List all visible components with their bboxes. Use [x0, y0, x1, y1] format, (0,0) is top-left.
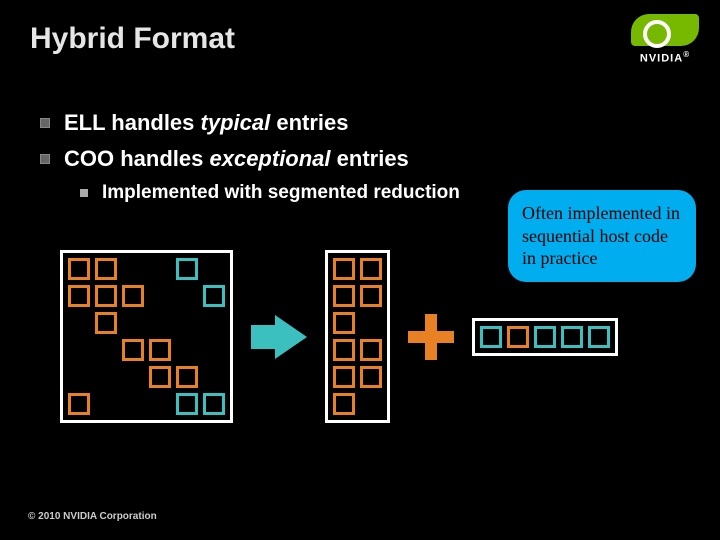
cell-empty [149, 258, 171, 280]
cell-orange [360, 339, 382, 361]
arrow-right-icon [275, 315, 307, 359]
matrix-row [68, 339, 225, 361]
bullet-sub-text: Implemented with segmented reduction [102, 182, 460, 204]
matrix-row [333, 339, 382, 361]
matrix-row [68, 366, 225, 388]
cell-empty [95, 366, 117, 388]
slide-title: Hybrid Format [30, 22, 235, 56]
cell-orange [333, 258, 355, 280]
cell-orange [333, 339, 355, 361]
nvidia-logo-text: NVIDIA® [628, 50, 702, 65]
bullet-ell: ELL handles typical entries [40, 110, 700, 136]
cell-teal [534, 326, 556, 348]
matrix-row [333, 393, 382, 415]
cell-orange [95, 258, 117, 280]
cell-teal [203, 285, 225, 307]
cell-orange [360, 258, 382, 280]
cell-orange [68, 258, 90, 280]
cell-empty [122, 312, 144, 334]
cell-empty [122, 366, 144, 388]
arrow-container [251, 315, 307, 359]
cell-orange [360, 366, 382, 388]
cell-teal [588, 326, 610, 348]
bullet-coo-suffix: entries [331, 146, 409, 171]
ell-matrix [325, 250, 390, 423]
cell-empty [360, 312, 382, 334]
logo-reg: ® [683, 50, 690, 59]
matrix-row [68, 258, 225, 280]
matrix-row [333, 312, 382, 334]
cell-empty [149, 285, 171, 307]
bullet-coo-em: exceptional [209, 146, 330, 171]
cell-orange [68, 393, 90, 415]
cell-empty [68, 366, 90, 388]
bullet-coo-prefix: COO handles [64, 146, 209, 171]
cell-orange [95, 312, 117, 334]
cell-orange [122, 285, 144, 307]
bullet-coo-text: COO handles exceptional entries [64, 146, 409, 172]
plus-icon [408, 314, 454, 360]
cell-orange [360, 285, 382, 307]
copyright-text: © 2010 NVIDIA Corporation [28, 511, 157, 522]
cell-empty [176, 312, 198, 334]
hybrid-format-diagram [60, 250, 618, 423]
matrix-row [333, 285, 382, 307]
matrix-row [333, 258, 382, 280]
nvidia-eye-icon [631, 14, 699, 46]
nvidia-logo: NVIDIA® [628, 14, 702, 65]
bullet-ell-em: typical [201, 110, 271, 135]
cell-empty [176, 285, 198, 307]
matrix-row [68, 285, 225, 307]
cell-orange [333, 366, 355, 388]
bullet-icon [40, 118, 50, 128]
bullet-ell-text: ELL handles typical entries [64, 110, 348, 136]
cell-empty [68, 312, 90, 334]
cell-empty [203, 258, 225, 280]
bullet-ell-prefix: ELL handles [64, 110, 201, 135]
cell-empty [95, 393, 117, 415]
cell-empty [360, 393, 382, 415]
cell-teal [561, 326, 583, 348]
cell-orange [176, 366, 198, 388]
cell-teal [176, 258, 198, 280]
cell-teal [176, 393, 198, 415]
source-sparse-matrix [60, 250, 233, 423]
cell-empty [122, 258, 144, 280]
cell-teal [203, 393, 225, 415]
cell-empty [203, 366, 225, 388]
cell-teal [480, 326, 502, 348]
logo-brand: NVIDIA [640, 53, 683, 65]
bullet-ell-suffix: entries [270, 110, 348, 135]
cell-orange [149, 339, 171, 361]
matrix-row [68, 312, 225, 334]
matrix-row [68, 393, 225, 415]
cell-empty [203, 339, 225, 361]
cell-empty [203, 312, 225, 334]
matrix-row [333, 366, 382, 388]
cell-empty [95, 339, 117, 361]
cell-empty [149, 393, 171, 415]
cell-orange [333, 285, 355, 307]
coo-row [472, 318, 618, 356]
cell-orange [122, 339, 144, 361]
cell-orange [95, 285, 117, 307]
sub-bullet-icon [80, 189, 88, 197]
bullet-icon [40, 154, 50, 164]
cell-empty [149, 312, 171, 334]
cell-orange [507, 326, 529, 348]
cell-empty [176, 339, 198, 361]
cell-empty [68, 339, 90, 361]
cell-orange [333, 393, 355, 415]
cell-orange [149, 366, 171, 388]
cell-empty [122, 393, 144, 415]
bullet-coo: COO handles exceptional entries [40, 146, 700, 172]
cell-orange [333, 312, 355, 334]
cell-orange [68, 285, 90, 307]
